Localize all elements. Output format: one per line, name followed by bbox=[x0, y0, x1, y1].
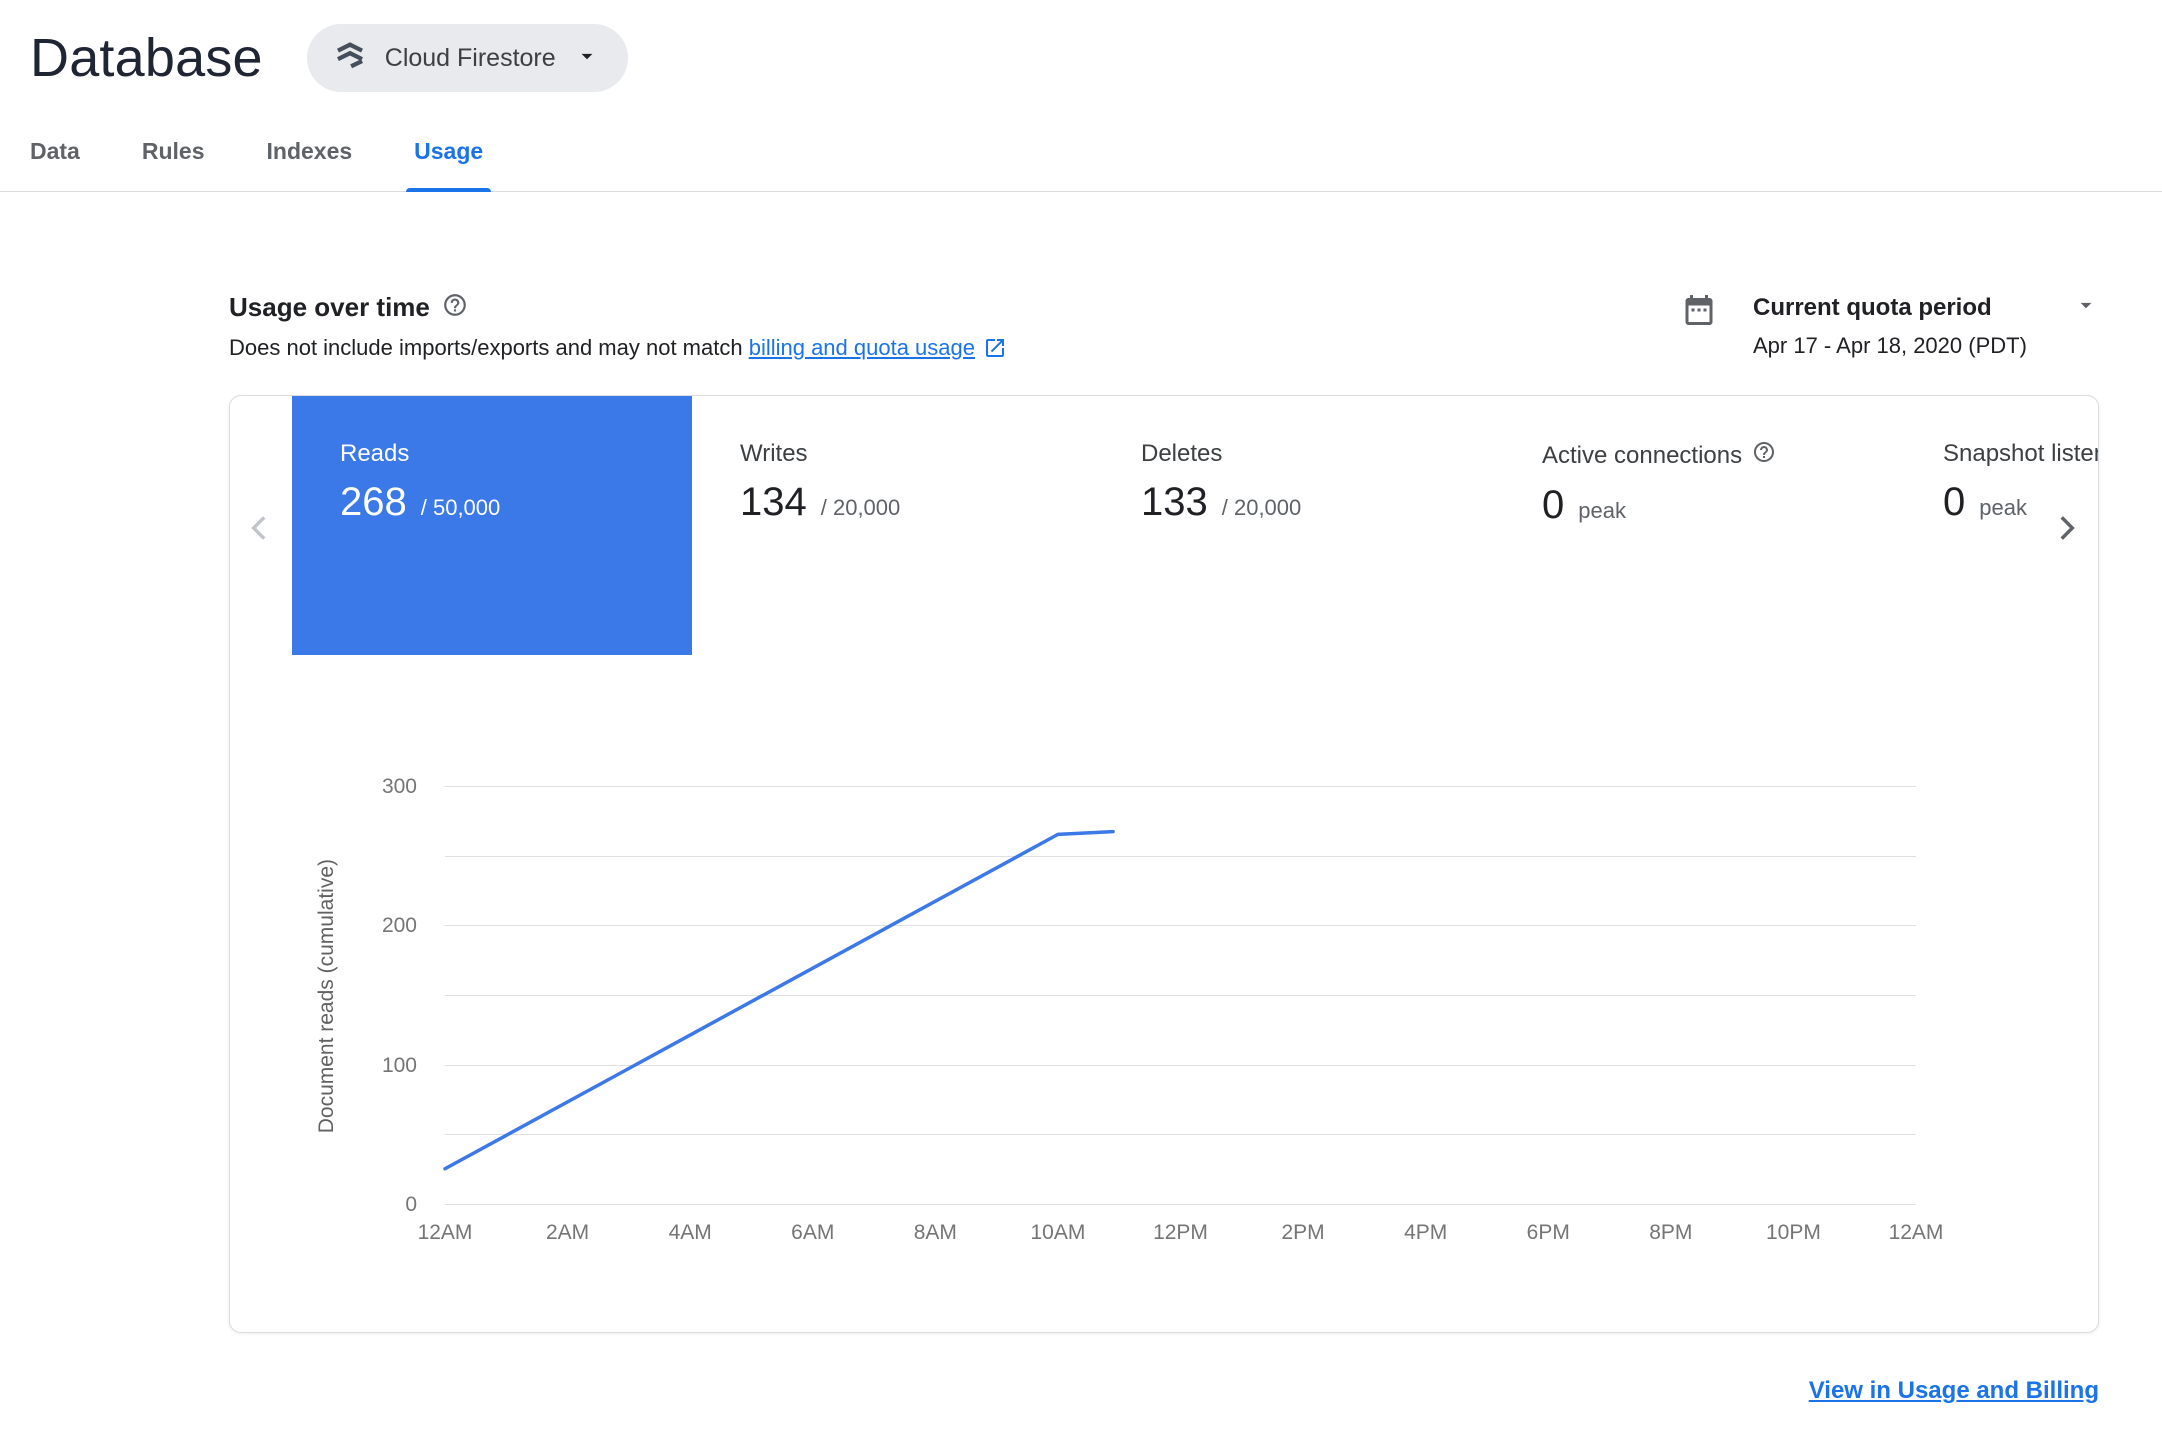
firestore-icon bbox=[333, 39, 367, 78]
quota-period-label: Current quota period bbox=[1753, 293, 1992, 321]
footer-link-row: View in Usage and Billing bbox=[229, 1377, 2099, 1405]
metric-quota: peak bbox=[1979, 495, 2027, 520]
product-selector-label: Cloud Firestore bbox=[384, 43, 556, 72]
chevron-down-icon bbox=[2073, 292, 2099, 323]
tab-data[interactable]: Data bbox=[30, 116, 80, 191]
tab-rules[interactable]: Rules bbox=[142, 116, 205, 191]
x-tick-label: 2PM bbox=[1281, 1221, 1325, 1244]
external-link-icon[interactable] bbox=[983, 336, 1007, 360]
metric-label: Reads bbox=[340, 440, 410, 467]
page-title: Database bbox=[30, 28, 263, 88]
product-selector[interactable]: Cloud Firestore bbox=[306, 24, 628, 92]
tab-indexes[interactable]: Indexes bbox=[267, 116, 353, 191]
metric-value: 0 bbox=[1542, 483, 1565, 527]
firestore-usage-page: Database Cloud Firestore Data Rules Inde… bbox=[0, 0, 2162, 1405]
metric-quota: peak bbox=[1578, 498, 1626, 523]
metric-quota: / 20,000 bbox=[820, 495, 901, 520]
metric-label: Active connections bbox=[1542, 441, 1743, 469]
y-axis-title: Document reads (cumulative) bbox=[315, 858, 338, 1134]
usage-line-series bbox=[445, 787, 1916, 1205]
x-tick-label: 12PM bbox=[1153, 1221, 1208, 1244]
metric-quota: / 20,000 bbox=[1221, 495, 1302, 520]
usage-chart: Document reads (cumulative) 0 100 200 300 12… bbox=[315, 775, 1943, 1244]
page-header: Database Cloud Firestore bbox=[0, 0, 2162, 92]
quota-period-selector: Current quota period Apr 17 - Apr 18, 20… bbox=[1753, 292, 2099, 359]
usage-description-text: Does not include imports/exports and may… bbox=[229, 335, 749, 360]
billing-quota-link[interactable]: billing and quota usage bbox=[749, 335, 975, 360]
metric-tab-reads[interactable]: Reads 268 / 50,000 bbox=[292, 396, 692, 655]
x-tick-label: 4AM bbox=[668, 1221, 712, 1244]
view-usage-billing-link[interactable]: View in Usage and Billing bbox=[1809, 1377, 2099, 1404]
usage-heading: Usage over time bbox=[229, 292, 430, 322]
quota-period-block: Current quota period Apr 17 - Apr 18, 20… bbox=[1681, 292, 2099, 359]
y-tick-label: 100 bbox=[381, 1053, 417, 1077]
y-tick-label: 0 bbox=[405, 1193, 417, 1216]
x-tick-label: 8PM bbox=[1649, 1221, 1693, 1244]
x-tick-label: 8AM bbox=[913, 1221, 957, 1244]
x-tick-label: 12AM bbox=[417, 1221, 473, 1244]
y-tick-label: 300 bbox=[381, 775, 417, 798]
help-icon[interactable] bbox=[1752, 440, 1776, 471]
calendar-icon bbox=[1681, 292, 1717, 333]
quota-period-range: Apr 17 - Apr 18, 2020 (PDT) bbox=[1753, 333, 2027, 358]
metric-label: Writes bbox=[740, 440, 808, 467]
quota-period-dropdown[interactable]: Current quota period bbox=[1753, 292, 2099, 323]
help-icon[interactable] bbox=[442, 292, 468, 323]
usage-heading-block: Usage over time Does not include imports… bbox=[229, 292, 1007, 361]
tab-bar: Data Rules Indexes Usage bbox=[0, 116, 2162, 192]
usage-card: Reads 268 / 50,000 Writes 134 / 20,000 D… bbox=[229, 395, 2099, 1333]
chevron-right-icon[interactable] bbox=[2044, 506, 2088, 550]
x-tick-label: 10AM bbox=[1030, 1221, 1086, 1244]
metric-value: 0 bbox=[1943, 480, 1966, 524]
metric-tabs-row: Reads 268 / 50,000 Writes 134 / 20,000 D… bbox=[230, 396, 2098, 655]
metric-tab-writes[interactable]: Writes 134 / 20,000 bbox=[692, 396, 1093, 655]
metric-tab-deletes[interactable]: Deletes 133 / 20,000 bbox=[1093, 396, 1494, 655]
x-tick-label: 6AM bbox=[791, 1221, 835, 1244]
y-tick-label: 200 bbox=[381, 914, 417, 938]
metric-label: Snapshot listeners bbox=[1943, 440, 2098, 467]
metric-value: 268 bbox=[340, 480, 407, 524]
x-tick-label: 10PM bbox=[1765, 1221, 1821, 1244]
x-tick-label: 4PM bbox=[1404, 1221, 1448, 1244]
content-area: Usage over time Does not include imports… bbox=[229, 292, 2099, 1405]
metric-value: 134 bbox=[740, 480, 807, 524]
metric-label: Deletes bbox=[1141, 440, 1223, 467]
tab-usage[interactable]: Usage bbox=[406, 116, 492, 192]
metric-value: 133 bbox=[1141, 480, 1208, 524]
metric-quota: / 50,000 bbox=[420, 495, 501, 520]
chevron-down-icon bbox=[574, 43, 600, 74]
x-tick-label: 2AM bbox=[545, 1221, 590, 1244]
usage-description: Does not include imports/exports and may… bbox=[229, 335, 1007, 361]
usage-section-header: Usage over time Does not include imports… bbox=[229, 292, 2099, 361]
x-tick-label: 6PM bbox=[1526, 1221, 1570, 1244]
metric-tab-active-connections[interactable]: Active connections 0 peak bbox=[1494, 396, 1895, 655]
x-tick-label: 12AM bbox=[1888, 1221, 1944, 1244]
chevron-left-icon[interactable] bbox=[238, 506, 282, 550]
